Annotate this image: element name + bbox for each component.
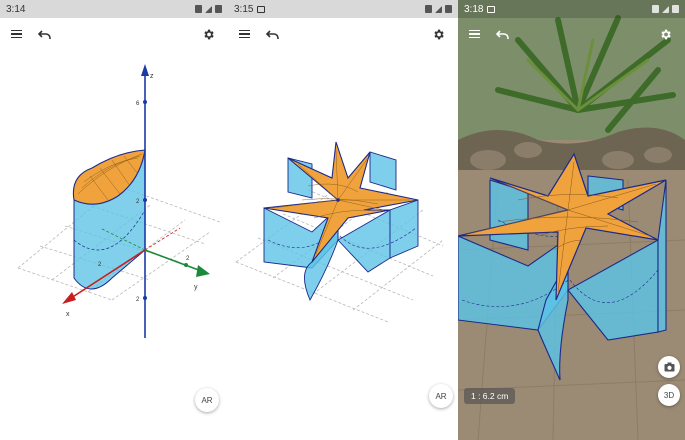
status-bar: 3:18 [458,0,685,18]
origin-point [336,198,340,202]
3d-view-button[interactable]: 3D [658,384,680,406]
screen-ar-view: 3:18 3D 1 : 6.2 cm [458,0,685,440]
x-axis-hidden [144,227,181,251]
image-icon [487,5,496,13]
ar-camera-view[interactable] [458,0,685,440]
z-tick-mark [143,198,147,202]
signal-icon [662,5,669,13]
y-tick-label: 2 [186,256,190,262]
gear-icon [660,29,671,39]
screen-graph-3d-2: 3:15 AR [228,0,458,440]
alarm-icon [652,5,659,13]
toolbar [458,24,685,44]
y-axis-arrow [196,265,210,277]
menu-button[interactable] [464,24,484,44]
battery-icon [672,5,679,13]
z-axis-label: z [150,73,154,80]
z-tick-mark [143,296,147,300]
screen-graph-3d-1: 3:14 z 6 2 2 2 2 y x AR [0,0,228,440]
x-axis-arrow [62,292,76,304]
camera-icon [664,362,674,372]
z-tick-label: 2 [136,297,140,303]
graphing-canvas[interactable]: z 6 2 2 2 2 y x [0,0,228,440]
z-axis-arrow [141,64,149,76]
scale-indicator: 1 : 6.2 cm [464,388,516,404]
settings-button[interactable] [655,24,675,44]
y-tick-mark [184,263,188,267]
undo-icon [495,29,509,39]
menu-icon [468,29,480,39]
camera-button[interactable] [658,356,680,378]
status-icons [652,5,679,13]
z-tick-label: 6 [136,101,140,107]
undo-button[interactable] [492,24,512,44]
ar-button[interactable]: AR [195,388,219,412]
status-time: 3:18 [464,3,484,15]
y-axis-label: y [194,284,198,291]
graphing-canvas[interactable] [228,0,458,440]
x-axis-label: x [66,311,70,318]
y-axis [144,249,205,273]
z-tick-mark [143,100,147,104]
ar-button[interactable]: AR [429,384,453,408]
